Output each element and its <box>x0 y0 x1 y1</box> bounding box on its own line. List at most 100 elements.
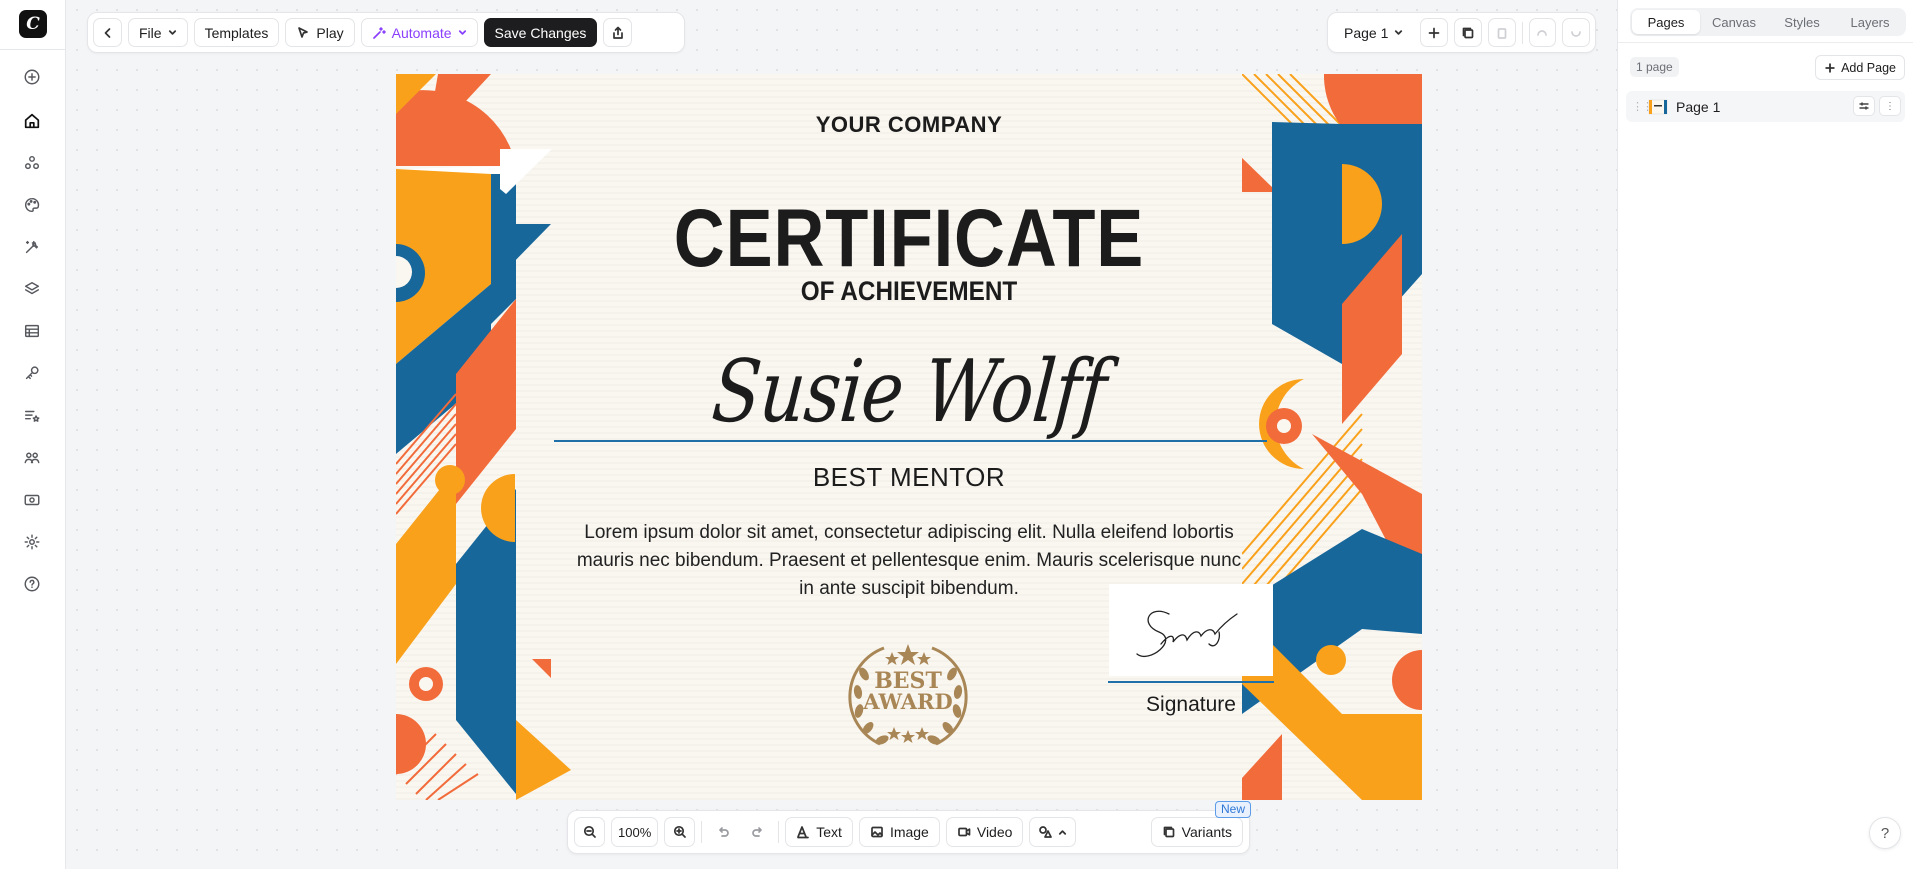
certificate-subtitle[interactable]: OF ACHIEVEMENT <box>447 276 1370 307</box>
team-icon[interactable] <box>21 447 43 469</box>
plus-circle-icon[interactable] <box>21 66 43 88</box>
text-label: Text <box>816 824 842 840</box>
shapes-menu-button[interactable] <box>1029 817 1077 847</box>
help-circle-icon[interactable] <box>21 573 43 595</box>
image-icon <box>871 826 883 838</box>
tab-styles[interactable]: Styles <box>1768 10 1836 34</box>
save-changes-button[interactable]: Save Changes <box>483 18 598 47</box>
page-select[interactable]: Page 1 <box>1333 18 1415 47</box>
home-icon[interactable] <box>21 110 43 132</box>
list-star-icon[interactable] <box>21 405 43 427</box>
toolbar-separator <box>778 821 780 843</box>
award-line-2: AWARD <box>863 689 953 714</box>
duplicate-page-button[interactable] <box>1454 18 1482 47</box>
variants-label: Variants <box>1181 824 1232 840</box>
page-count: 1 page <box>1630 57 1679 77</box>
chevron-down-icon <box>458 30 466 35</box>
video-label: Video <box>976 824 1013 840</box>
add-video-button[interactable]: Video <box>945 817 1024 847</box>
page-settings-button[interactable] <box>1853 96 1875 116</box>
add-text-button[interactable]: Text <box>785 817 853 847</box>
redo-icon <box>751 827 762 837</box>
play-label: Play <box>316 24 344 41</box>
recipient-name[interactable]: Susie Wolff <box>484 342 1334 442</box>
sparkle-wand-icon <box>372 26 386 39</box>
copy-icon <box>1462 27 1474 38</box>
recipient-role[interactable]: BEST MENTOR <box>396 462 1422 493</box>
share-button[interactable] <box>603 18 633 47</box>
page-thumbnail <box>1648 99 1668 114</box>
chevron-down-icon <box>1395 30 1403 35</box>
play-cursor-icon <box>298 26 309 38</box>
recipient-underline <box>554 440 1267 442</box>
add-page-label: Add Page <box>1841 60 1896 75</box>
drag-handle-icon[interactable]: ⋮⋮ <box>1632 100 1653 113</box>
tab-layers[interactable]: Layers <box>1836 10 1904 34</box>
page-name: Page 1 <box>1676 98 1721 115</box>
panel-divider <box>1618 42 1913 43</box>
signature-image[interactable] <box>1109 584 1273 676</box>
share-icon <box>613 26 623 39</box>
automate-button[interactable]: Automate <box>360 18 478 47</box>
right-panel: Pages Canvas Styles Layers 1 page Add Pa… <box>1617 0 1913 869</box>
chevron-up-icon <box>1059 829 1067 835</box>
add-page-button[interactable] <box>1420 18 1449 47</box>
magic-wand-icon[interactable] <box>21 236 43 258</box>
zoom-level[interactable]: 100% <box>611 817 659 847</box>
page-more-button[interactable] <box>1879 96 1901 116</box>
certificate-artboard[interactable]: YOUR COMPANY CERTIFICATE OF ACHIEVEMENT … <box>396 74 1422 800</box>
undo-icon <box>718 827 729 837</box>
templates-label: Templates <box>204 24 269 41</box>
key-icon[interactable] <box>21 362 43 384</box>
bottom-toolbar: 100% Text Image Video Variants <box>567 810 1250 854</box>
zoom-in-button[interactable] <box>664 817 696 847</box>
add-image-button[interactable]: Image <box>858 817 940 847</box>
zoom-in-icon <box>673 825 686 838</box>
tab-pages[interactable]: Pages <box>1632 10 1700 34</box>
page-toolbar: Page 1 <box>1327 12 1596 53</box>
trash-icon <box>1497 27 1507 39</box>
templates-button[interactable]: Templates <box>193 18 280 47</box>
table-icon[interactable] <box>21 320 43 342</box>
variants-button[interactable]: Variants <box>1150 817 1243 847</box>
play-button[interactable]: Play <box>285 18 355 47</box>
rail-divider <box>0 49 65 50</box>
video-icon <box>958 827 971 837</box>
plus-icon <box>1825 63 1835 72</box>
elements-icon[interactable] <box>21 152 43 174</box>
toolbar-separator <box>701 821 703 843</box>
help-button[interactable]: ? <box>1869 817 1901 849</box>
arc-down-icon <box>1571 30 1581 37</box>
app-logo[interactable]: C <box>19 10 47 38</box>
handwritten-signature <box>1136 610 1238 657</box>
redo-button[interactable] <box>743 817 773 847</box>
gear-icon[interactable] <box>21 531 43 553</box>
page-list-item[interactable]: ⋮⋮ Page 1 <box>1626 91 1905 122</box>
left-rail: C <box>0 0 66 869</box>
layers-icon[interactable] <box>21 278 43 300</box>
delete-page-button[interactable] <box>1487 18 1516 47</box>
zoom-out-button[interactable] <box>574 817 605 847</box>
canvas-area[interactable]: File Templates Play Automate Save Change… <box>67 0 1617 869</box>
plus-icon <box>1428 27 1440 38</box>
tab-canvas[interactable]: Canvas <box>1700 10 1768 34</box>
signature-label[interactable]: Signature <box>1108 693 1274 717</box>
back-button[interactable] <box>93 18 122 47</box>
toolbar-separator <box>1521 21 1523 44</box>
signature-line <box>1108 681 1274 683</box>
panel-tabs: Pages Canvas Styles Layers <box>1630 8 1906 36</box>
palette-icon[interactable] <box>21 194 43 216</box>
zoom-value: 100% <box>618 824 652 840</box>
add-page-button[interactable]: Add Page <box>1815 55 1905 80</box>
redo-history-button[interactable] <box>1562 18 1590 47</box>
certificate-title[interactable]: CERTIFICATE <box>468 192 1350 286</box>
company-name[interactable]: YOUR COMPANY <box>396 112 1422 138</box>
undo-button[interactable] <box>708 817 738 847</box>
money-icon[interactable] <box>21 489 43 511</box>
page-select-label: Page 1 <box>1344 24 1389 41</box>
award-badge[interactable]: BEST AWARD <box>844 634 972 756</box>
file-menu-button[interactable]: File <box>128 18 188 47</box>
variants-icon <box>1163 826 1175 838</box>
undo-history-button[interactable] <box>1528 18 1557 47</box>
main-toolbar: File Templates Play Automate Save Change… <box>87 12 685 53</box>
